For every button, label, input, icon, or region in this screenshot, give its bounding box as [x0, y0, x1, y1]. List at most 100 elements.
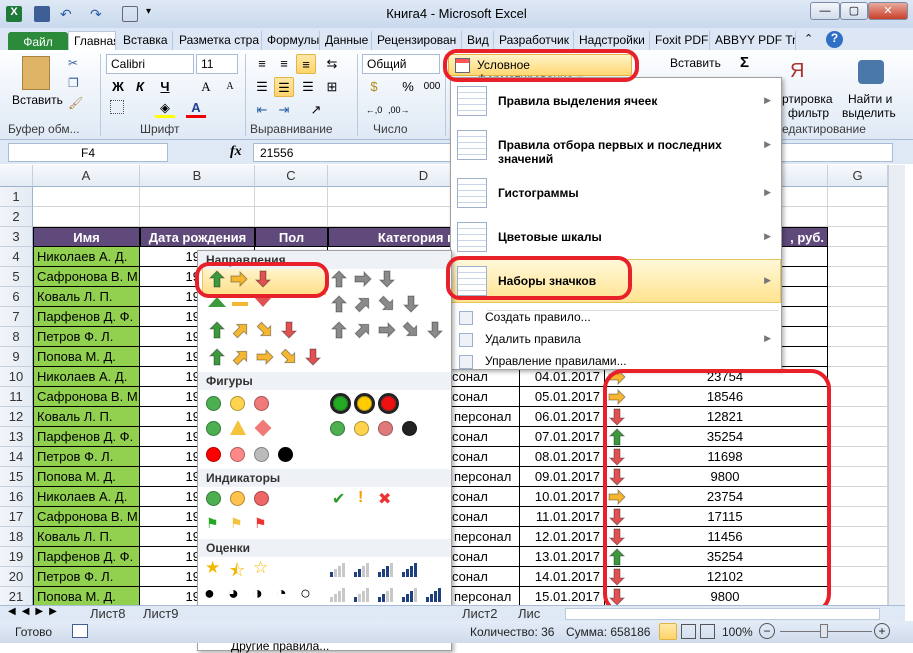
name-box[interactable]: F4: [8, 143, 168, 162]
name-cell[interactable]: Попова М. Д.: [33, 467, 140, 487]
decrease-decimal-icon[interactable]: ,00→: [388, 100, 410, 120]
align-center-icon[interactable]: ☰: [274, 77, 294, 97]
sort-filter-button[interactable]: ртировка: [782, 92, 833, 106]
row-header[interactable]: 2: [0, 207, 33, 227]
name-cell[interactable]: Парфенов Д. Ф.: [33, 547, 140, 567]
row-header[interactable]: 3: [0, 227, 33, 247]
row-header[interactable]: 9: [0, 347, 33, 367]
cell[interactable]: [828, 207, 888, 227]
maximize-button[interactable]: ▢: [840, 2, 868, 20]
align-bottom-icon[interactable]: ≡: [296, 54, 316, 74]
align-top-icon[interactable]: ≡: [252, 54, 272, 74]
menu-action-3[interactable]: Управление правилами...: [485, 354, 627, 368]
tab-developer[interactable]: Разработчик: [494, 31, 574, 50]
find-select-button[interactable]: Найти и: [848, 92, 892, 106]
minimize-button[interactable]: —: [810, 2, 840, 20]
increase-indent-icon[interactable]: ⇥: [274, 100, 294, 120]
cell[interactable]: [828, 387, 888, 407]
row-header[interactable]: 17: [0, 507, 33, 527]
row-header[interactable]: 10: [0, 367, 33, 387]
row-header[interactable]: 4: [0, 247, 33, 267]
cell[interactable]: [828, 467, 888, 487]
name-cell[interactable]: Николаев А. Д.: [33, 487, 140, 507]
name-cell[interactable]: Николаев А. Д.: [33, 367, 140, 387]
normal-view-icon[interactable]: [659, 623, 677, 640]
cell[interactable]: [828, 247, 888, 267]
percent-button[interactable]: %: [398, 77, 418, 97]
borders-icon[interactable]: [110, 100, 124, 114]
column-header[interactable]: A: [33, 165, 140, 187]
vertical-scrollbar[interactable]: [888, 165, 905, 605]
decrease-indent-icon[interactable]: ⇤: [252, 100, 272, 120]
row-header[interactable]: 1: [0, 187, 33, 207]
cell[interactable]: [255, 207, 328, 227]
row-header[interactable]: 6: [0, 287, 33, 307]
row-header[interactable]: 13: [0, 427, 33, 447]
menu-action-1[interactable]: Создать правило...: [485, 310, 591, 324]
collapse-ribbon-icon[interactable]: ⌃: [804, 32, 813, 45]
row-header[interactable]: 20: [0, 567, 33, 587]
shrink-font-icon[interactable]: A: [220, 77, 240, 97]
autosum-button[interactable]: Σ: [740, 54, 749, 71]
name-cell[interactable]: Попова М. Д.: [33, 347, 140, 367]
cell[interactable]: [140, 207, 255, 227]
cell[interactable]: [828, 347, 888, 367]
row-header[interactable]: 11: [0, 387, 33, 407]
cell[interactable]: [828, 367, 888, 387]
align-left-icon[interactable]: ☰: [252, 77, 272, 97]
tab-foxit[interactable]: Foxit PDF: [650, 31, 710, 50]
sheet-tab[interactable]: Лист2: [452, 606, 507, 621]
cell[interactable]: [828, 287, 888, 307]
name-cell[interactable]: Сафронова В. М.: [33, 267, 140, 287]
cell[interactable]: [828, 427, 888, 447]
tab-data[interactable]: Данные: [320, 31, 372, 50]
name-cell[interactable]: Коваль Л. П.: [33, 407, 140, 427]
name-cell[interactable]: Парфенов Д. Ф.: [33, 427, 140, 447]
row-header[interactable]: 5: [0, 267, 33, 287]
tab-file[interactable]: Файл: [8, 32, 68, 52]
page-layout-view-icon[interactable]: [681, 624, 696, 639]
column-header[interactable]: C: [255, 165, 328, 187]
table-header-cell[interactable]: Пол: [255, 227, 328, 247]
font-color-icon[interactable]: A: [186, 98, 206, 118]
font-size-select[interactable]: 11: [196, 54, 238, 74]
tab-addins[interactable]: Надстройки: [574, 31, 650, 50]
cell[interactable]: [828, 447, 888, 467]
bold-button[interactable]: Ж: [108, 77, 128, 97]
cell[interactable]: [828, 547, 888, 567]
row-header[interactable]: 14: [0, 447, 33, 467]
name-cell[interactable]: Николаев А. Д.: [33, 247, 140, 267]
name-cell[interactable]: Петров Ф. Л.: [33, 567, 140, 587]
number-format-select[interactable]: Общий: [362, 54, 440, 74]
menu-item-2[interactable]: Правила отбора первых и последних значен…: [452, 138, 780, 166]
thousands-button[interactable]: 000: [420, 77, 444, 97]
cell[interactable]: [828, 307, 888, 327]
tab-home[interactable]: Главная: [68, 31, 116, 50]
zoom-level[interactable]: 100%: [722, 625, 753, 639]
sheet-tab[interactable]: Лист9: [133, 606, 188, 621]
paste-button[interactable]: Вставить: [12, 93, 63, 107]
name-cell[interactable]: Парфенов Д. Ф.: [33, 307, 140, 327]
tab-abbyy[interactable]: ABBYY PDF Trar: [710, 31, 796, 50]
row-header[interactable]: 12: [0, 407, 33, 427]
cell[interactable]: [255, 187, 328, 207]
row-header[interactable]: 8: [0, 327, 33, 347]
fill-color-icon[interactable]: ◈: [155, 98, 175, 118]
close-button[interactable]: ✕: [868, 2, 908, 20]
currency-icon[interactable]: $: [364, 77, 384, 97]
copy-icon[interactable]: ❐: [68, 76, 79, 90]
row-header[interactable]: 19: [0, 547, 33, 567]
sheet-tab[interactable]: Лист8: [80, 606, 135, 621]
align-right-icon[interactable]: ☰: [298, 77, 318, 97]
name-cell[interactable]: Петров Ф. Л.: [33, 327, 140, 347]
cell[interactable]: [828, 507, 888, 527]
insert-function-button[interactable]: fx: [230, 144, 242, 160]
cell[interactable]: [828, 267, 888, 287]
column-header[interactable]: G: [828, 165, 888, 187]
insert-cells-button[interactable]: Вставить: [650, 56, 721, 70]
sheet-tab[interactable]: Лис: [508, 606, 550, 621]
binoculars-icon[interactable]: [858, 60, 884, 84]
align-middle-icon[interactable]: ≡: [274, 54, 294, 74]
grow-font-icon[interactable]: A: [196, 77, 216, 97]
tab-review[interactable]: Рецензирован: [372, 31, 462, 50]
